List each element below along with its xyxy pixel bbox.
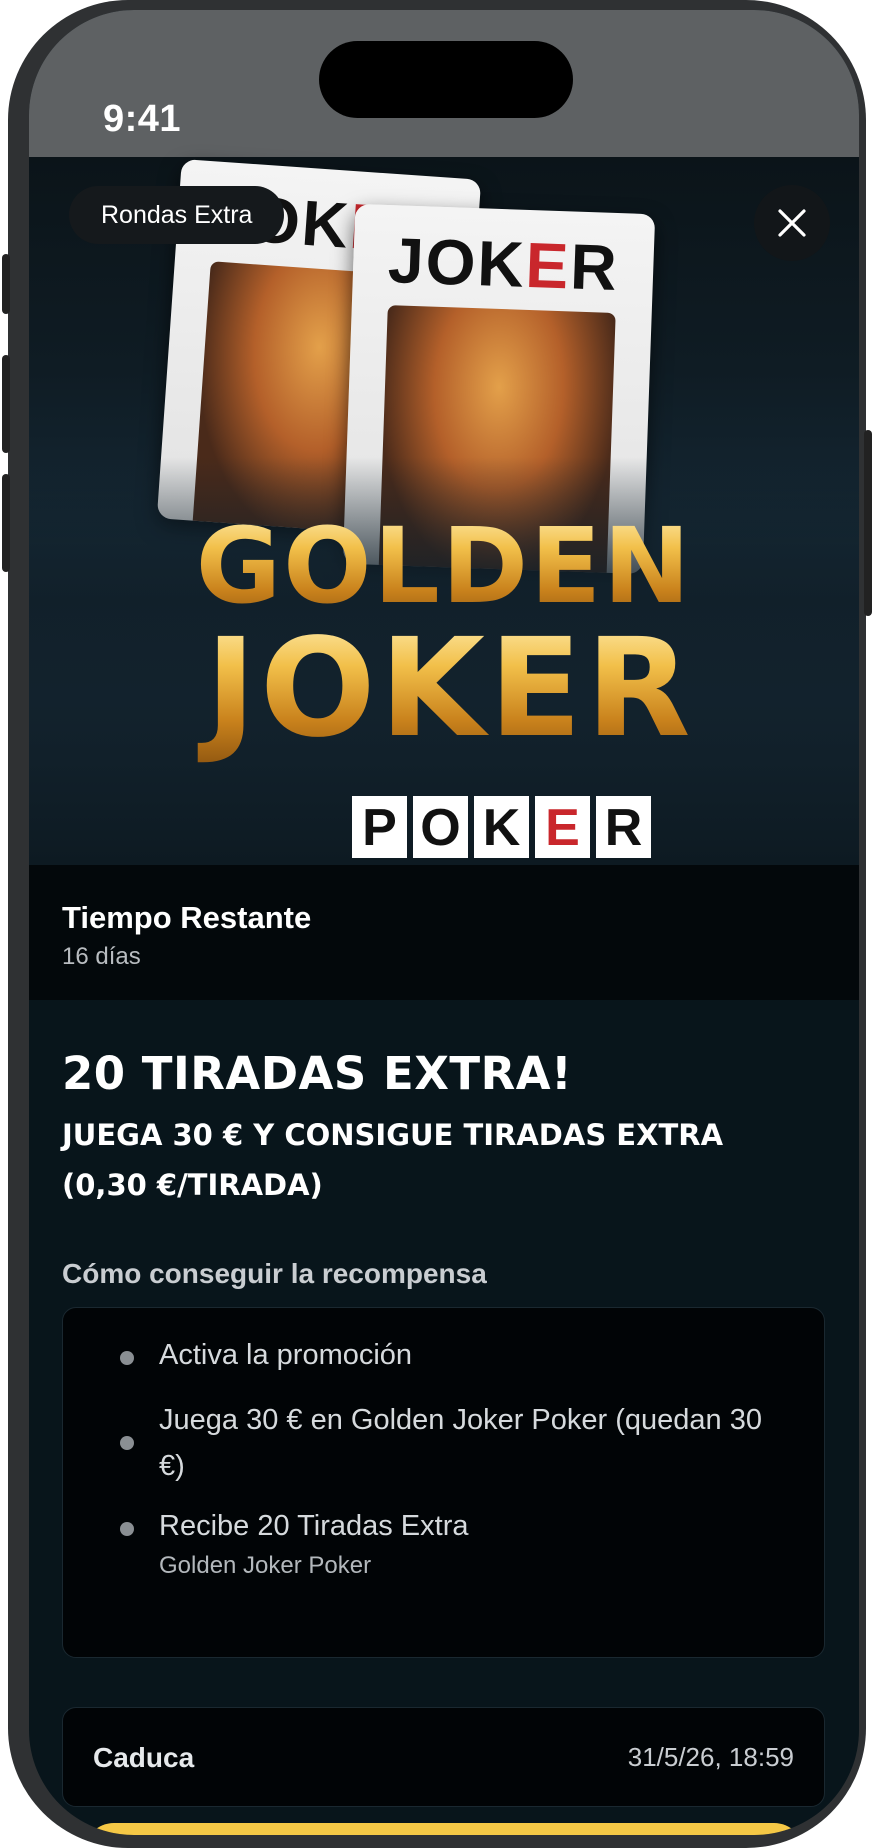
dynamic-island (319, 41, 573, 118)
volume-down-button (2, 474, 10, 572)
game-logo-joker: JOKER (35, 610, 859, 768)
close-icon (778, 209, 806, 237)
time-remaining-section: Tiempo Restante 16 días (29, 865, 859, 1000)
promo-subtitle: JUEGA 30 € Y CONSIGUE TIRADAS EXTRA (0,3… (62, 1118, 724, 1202)
poker-letter: R (596, 796, 651, 858)
poker-letter: E (535, 796, 590, 858)
bullet (120, 1436, 134, 1450)
card-word: JOKER (386, 224, 620, 305)
status-time: 9:41 (103, 98, 182, 140)
game-logo-golden: GOLDEN (29, 505, 859, 627)
time-remaining-value: 16 días (62, 943, 141, 970)
poker-letter: O (413, 796, 468, 858)
how-to-label: Cómo conseguir la recompensa (62, 1258, 487, 1289)
step-item: Activa la promoción (159, 1339, 413, 1371)
phone-frame: 9:41 JOKER JOKER GOLDEN JOKER P O K E R … (2, 0, 872, 1848)
game-logo-poker: P O K E R (352, 796, 651, 860)
steps-list: Activa la promoción Juega 30 € en Golden… (62, 1307, 825, 1658)
activate-button[interactable] (84, 1823, 804, 1835)
time-remaining-label: Tiempo Restante (62, 900, 312, 935)
expiry-label: Caduca (93, 1742, 195, 1773)
volume-up-button (2, 355, 10, 453)
bullet (120, 1522, 134, 1536)
expiry-row: Caduca 31/5/26, 18:59 (62, 1707, 825, 1807)
bullet (120, 1351, 134, 1365)
step-subtext: Golden Joker Poker (159, 1552, 372, 1579)
power-button (864, 430, 872, 616)
silent-switch (2, 254, 10, 314)
expiry-value: 31/5/26, 18:59 (627, 1742, 794, 1772)
close-button[interactable] (754, 185, 830, 261)
step-item: Juega 30 € en Golden Joker Poker (quedan… (159, 1404, 762, 1482)
promo-type-badge: Rondas Extra (69, 186, 285, 244)
screen: 9:41 JOKER JOKER GOLDEN JOKER P O K E R … (29, 10, 859, 1835)
poker-letter: K (474, 796, 529, 858)
poker-letter: P (352, 796, 407, 858)
promo-title: 20 TIRADAS EXTRA! (62, 1047, 573, 1100)
step-item: Recibe 20 Tiradas Extra (159, 1510, 469, 1542)
